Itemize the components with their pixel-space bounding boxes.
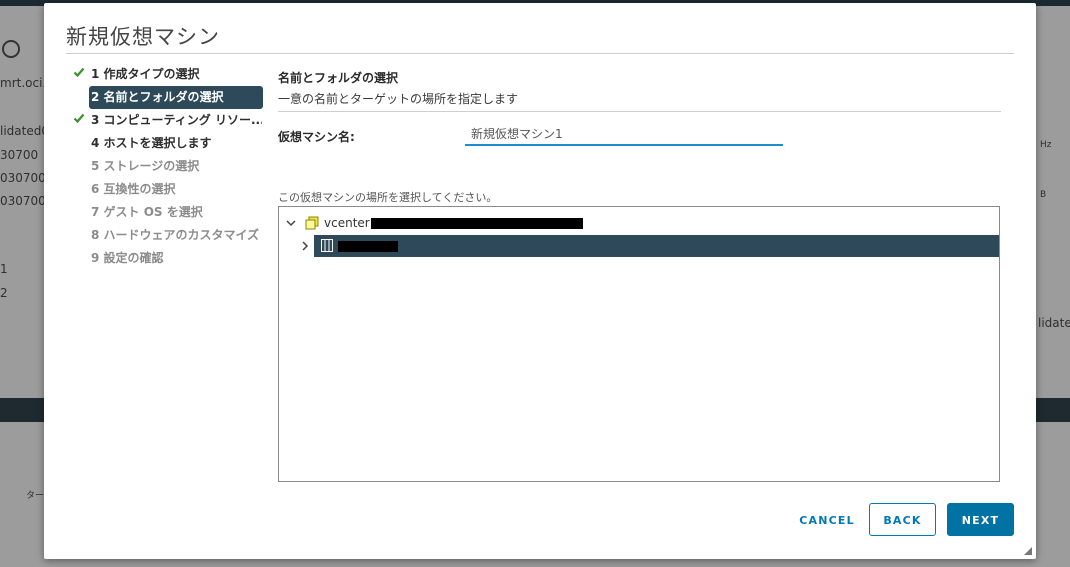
background-num: 1 [0, 262, 8, 276]
background-right-text: B [1040, 190, 1047, 200]
wizard-step-label: 5 ストレージの選択 [91, 159, 200, 173]
background-item: 030700 [0, 194, 46, 208]
back-button[interactable]: BACK [869, 503, 936, 536]
wizard-step-label: 9 設定の確認 [91, 251, 164, 265]
checkmark-icon [73, 113, 85, 124]
wizard-step-4[interactable]: 4 ホストを選択します [70, 132, 262, 155]
wizard-step-6: 6 互換性の選択 [70, 178, 262, 201]
background-num: 2 [0, 286, 8, 300]
resize-handle-icon[interactable] [1024, 547, 1032, 555]
wizard-step-label: 3 コンピューティング リソー... [91, 113, 262, 127]
wizard-step-label: 8 ハードウェアのカスタマイズ [91, 228, 260, 242]
vcenter-icon [305, 216, 319, 230]
vm-name-label: 仮想マシン名: [278, 130, 355, 144]
chevron-down-icon[interactable] [285, 212, 297, 234]
vcenter-label: vcenter [324, 216, 370, 230]
wizard-steps: 1 作成タイプの選択 2 名前とフォルダの選択 3 コンピューティング リソー.… [70, 63, 263, 270]
wizard-step-1[interactable]: 1 作成タイプの選択 [70, 63, 262, 86]
chevron-right-icon[interactable] [299, 235, 311, 257]
folder-tree[interactable]: vcenter [278, 206, 1000, 482]
background-item: lidated0 [0, 124, 49, 138]
section-title: 名前とフォルダの選択 [278, 71, 399, 85]
wizard-step-3[interactable]: 3 コンピューティング リソー... [70, 109, 262, 132]
datacenter-icon [321, 239, 333, 252]
redacted-text [371, 218, 583, 229]
background-item: 030700 [0, 171, 46, 185]
checkmark-icon [73, 67, 85, 78]
background-item: 30700 [0, 148, 39, 162]
wizard-step-label: 4 ホストを選択します [91, 136, 212, 150]
wizard-step-5: 5 ストレージの選択 [70, 155, 262, 178]
section-divider [278, 111, 1001, 112]
globe-icon [2, 40, 20, 58]
background-bottom-text: ター [26, 491, 45, 501]
wizard-step-label: 6 互換性の選択 [91, 182, 176, 196]
background-right-text: Hz [1040, 140, 1052, 150]
background-right-text: lidate [1038, 316, 1070, 330]
wizard-step-label: 1 作成タイプの選択 [91, 67, 200, 81]
wizard-step-label: 7 ゲスト OS を選択 [91, 205, 203, 219]
next-button[interactable]: NEXT [947, 503, 1014, 536]
section-subtitle: 一意の名前とターゲットの場所を指定します [278, 92, 519, 106]
wizard-step-9: 9 設定の確認 [70, 247, 262, 270]
wizard-step-2[interactable]: 2 名前とフォルダの選択 [89, 86, 263, 109]
dialog-title: 新規仮想マシン [66, 25, 220, 49]
title-divider [66, 53, 1014, 54]
redacted-text [338, 241, 398, 252]
wizard-step-8: 8 ハードウェアのカスタマイズ [70, 224, 262, 247]
new-vm-dialog: 新規仮想マシン 1 作成タイプの選択 2 名前とフォルダの選択 3 コンピューテ… [44, 3, 1036, 559]
background-band [1036, 398, 1070, 422]
wizard-step-label: 2 名前とフォルダの選択 [91, 90, 224, 104]
cancel-button[interactable]: CANCEL [781, 503, 873, 536]
vm-name-input[interactable] [465, 122, 783, 146]
location-label: この仮想マシンの場所を選択してください。 [278, 191, 498, 204]
tree-node-datacenter[interactable] [302, 235, 999, 257]
background-band [0, 398, 44, 422]
tree-node-vcenter[interactable]: vcenter [285, 212, 985, 234]
wizard-step-7: 7 ゲスト OS を選択 [70, 201, 262, 224]
